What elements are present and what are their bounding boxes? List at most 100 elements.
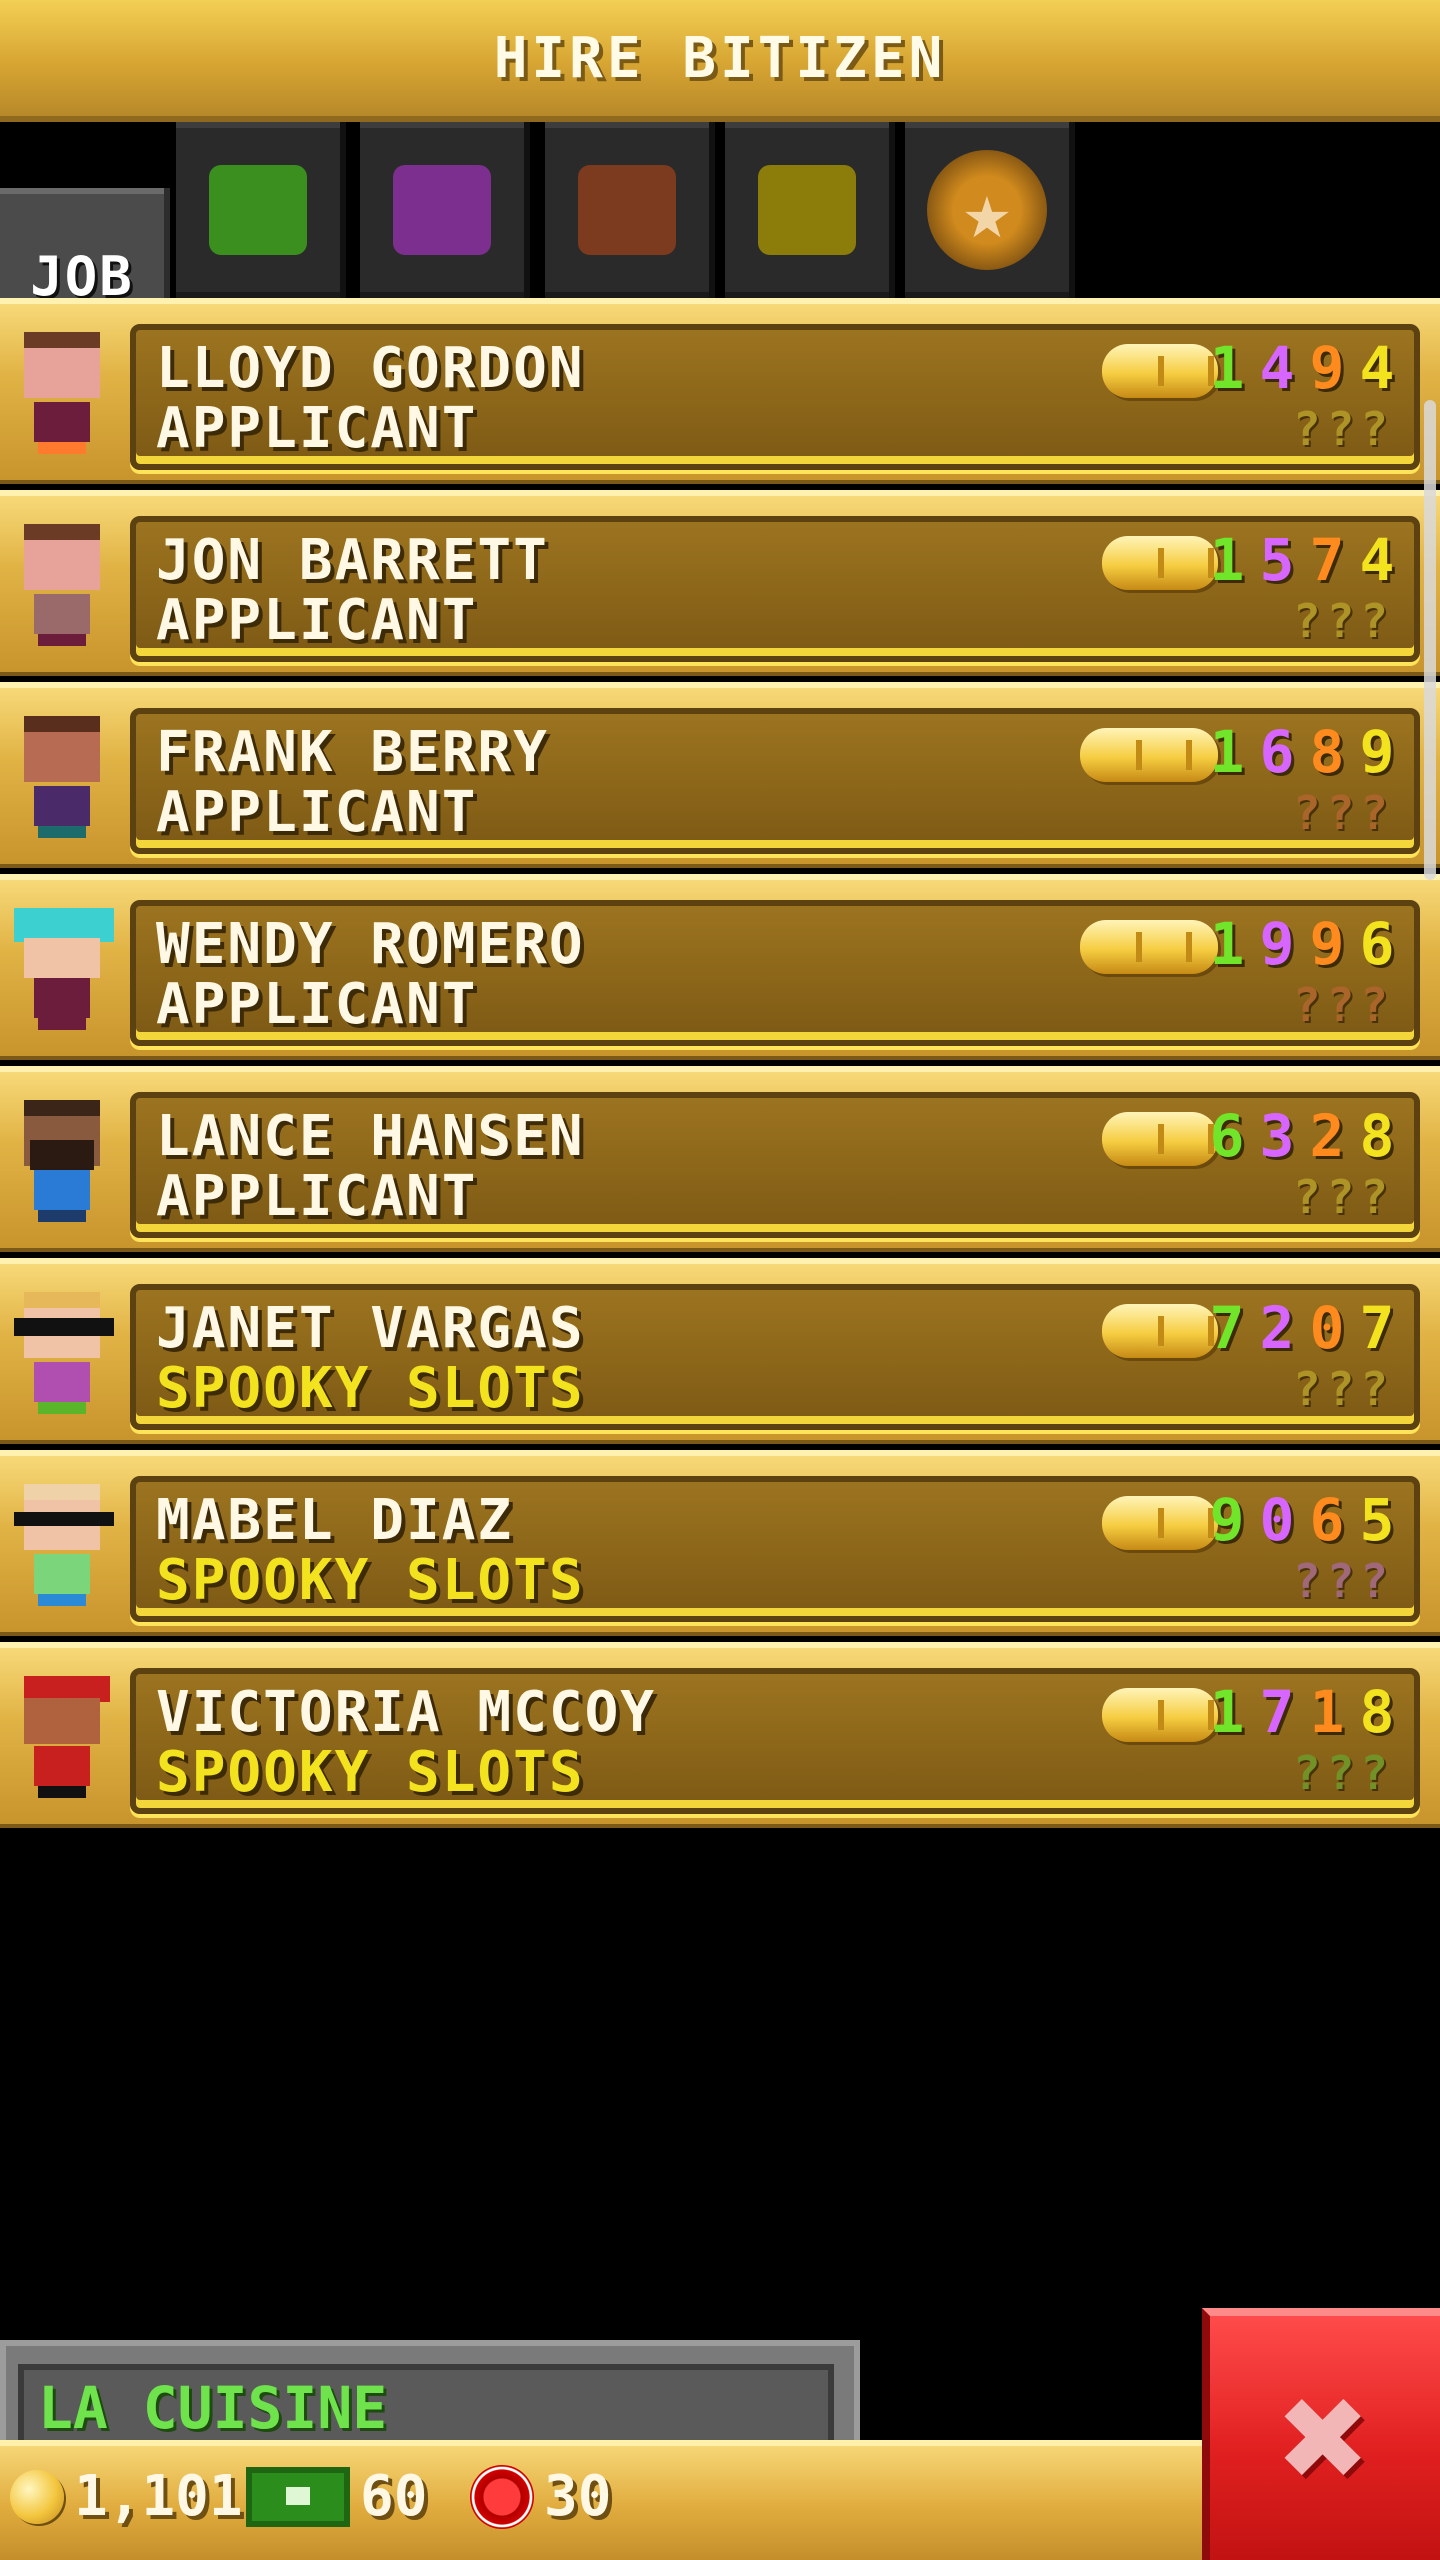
coin-icon [1102, 344, 1218, 398]
skill-digit: 2 [1259, 1294, 1295, 1362]
applicant-job: APPLICANT [156, 780, 478, 845]
applicant-panel: JANET VARGAS SPOOKY SLOTS 7 2 0 7 ??? [130, 1284, 1420, 1430]
applicant-panel: WENDY ROMERO APPLICANT 1 9 9 6 ??? [130, 900, 1420, 1046]
skill-digit: 1 [1209, 334, 1245, 402]
tab-star[interactable]: ★ [905, 122, 1075, 298]
applicant-row[interactable]: LLOYD GORDON APPLICANT 1 4 9 4 ??? [0, 298, 1440, 484]
skill-digit: 2 [1309, 1102, 1345, 1170]
skill-digit: 6 [1259, 718, 1295, 786]
applicant-row[interactable]: VICTORIA MCCOY SPOOKY SLOTS 1 7 1 8 ??? [0, 1642, 1440, 1828]
tab-yellow[interactable] [725, 122, 895, 298]
skill-digits: 6 3 2 8 [1206, 1102, 1398, 1170]
applicant-row[interactable]: JON BARRETT APPLICANT 1 5 7 4 ??? [0, 490, 1440, 676]
skill-digit: 9 [1209, 1486, 1245, 1554]
bux-resource: 60 [246, 2464, 427, 2529]
avatar [14, 1100, 114, 1230]
applicant-name: JANET VARGAS [156, 1296, 585, 1361]
chip-icon [470, 2464, 534, 2529]
tab-purple[interactable] [360, 122, 530, 298]
skill-digit: 5 [1259, 526, 1295, 594]
applicant-panel: MABEL DIAZ SPOOKY SLOTS 9 0 6 5 ??? [130, 1476, 1420, 1622]
unknown-skill: ??? [1292, 978, 1394, 1032]
yellow-chip-icon [758, 165, 856, 255]
coin-icon [1102, 1496, 1218, 1550]
skill-digits: 1 6 8 9 [1206, 718, 1398, 786]
applicant-job: SPOOKY SLOTS [156, 1356, 585, 1421]
applicant-job: APPLICANT [156, 1164, 478, 1229]
applicant-name: WENDY ROMERO [156, 912, 585, 977]
tab-green[interactable] [176, 122, 346, 298]
coin-icon [1102, 1304, 1218, 1358]
skill-digit: 9 [1359, 718, 1395, 786]
bux-value: 60 [360, 2464, 428, 2529]
coin-icon [10, 2469, 64, 2524]
skill-digit: 1 [1309, 1678, 1345, 1746]
applicant-row[interactable]: JANET VARGAS SPOOKY SLOTS 7 2 0 7 ??? [0, 1258, 1440, 1444]
skill-digit: 4 [1359, 526, 1395, 594]
avatar [14, 524, 114, 654]
skill-digit: 1 [1209, 910, 1245, 978]
avatar [14, 716, 114, 846]
unknown-skill: ??? [1292, 594, 1394, 648]
skill-digit: 6 [1209, 1102, 1245, 1170]
coin-icon [1080, 920, 1218, 974]
skill-digit: 9 [1309, 334, 1345, 402]
skill-digit: 0 [1259, 1486, 1295, 1554]
unknown-skill: ??? [1292, 786, 1394, 840]
skill-digit: 6 [1309, 1486, 1345, 1554]
skill-digit: 7 [1259, 1678, 1295, 1746]
skill-digit: 1 [1209, 718, 1245, 786]
skill-digit: 5 [1359, 1486, 1395, 1554]
coins-resource: 1,101 [10, 2464, 243, 2529]
skill-digits: 7 2 0 7 [1206, 1294, 1398, 1362]
purple-chip-icon [393, 165, 491, 255]
page-title: HIRE BITIZEN [493, 25, 947, 91]
applicant-name: LANCE HANSEN [156, 1104, 585, 1169]
skill-digit: 0 [1309, 1294, 1345, 1362]
location-label: LA CUISINE [38, 2374, 388, 2442]
unknown-skill: ??? [1292, 402, 1394, 456]
location-inner: LA CUISINE [18, 2364, 834, 2450]
tab-orange[interactable] [545, 122, 715, 298]
scrollbar[interactable] [1424, 400, 1436, 880]
coins-value: 1,101 [74, 2464, 243, 2529]
unknown-skill: ??? [1292, 1746, 1394, 1800]
avatar [14, 1292, 114, 1422]
applicant-panel: LLOYD GORDON APPLICANT 1 4 9 4 ??? [130, 324, 1420, 470]
avatar [14, 332, 114, 462]
skill-digit: 7 [1209, 1294, 1245, 1362]
skill-digit: 7 [1359, 1294, 1395, 1362]
applicant-job: APPLICANT [156, 972, 478, 1037]
skill-digit: 8 [1359, 1102, 1395, 1170]
applicant-name: LLOYD GORDON [156, 336, 585, 401]
applicant-panel: LANCE HANSEN APPLICANT 6 3 2 8 ??? [130, 1092, 1420, 1238]
close-button[interactable]: ✖ [1202, 2308, 1440, 2560]
header: HIRE BITIZEN [0, 0, 1440, 122]
chips-resource: 30 [470, 2464, 611, 2529]
applicant-row[interactable]: WENDY ROMERO APPLICANT 1 9 9 6 ??? [0, 874, 1440, 1060]
skill-digits: 1 4 9 4 [1206, 334, 1398, 402]
applicant-job: SPOOKY SLOTS [156, 1548, 585, 1613]
applicant-name: MABEL DIAZ [156, 1488, 514, 1553]
coin-icon [1102, 1112, 1218, 1166]
avatar [14, 908, 114, 1038]
applicant-panel: FRANK BERRY APPLICANT 1 6 8 9 ??? [130, 708, 1420, 854]
skill-digit: 4 [1359, 334, 1395, 402]
coin-icon [1102, 1688, 1218, 1742]
applicant-row[interactable]: FRANK BERRY APPLICANT 1 6 8 9 ??? [0, 682, 1440, 868]
applicant-row[interactable]: LANCE HANSEN APPLICANT 6 3 2 8 ??? [0, 1066, 1440, 1252]
skill-digits: 1 9 9 6 [1206, 910, 1398, 978]
applicant-panel: VICTORIA MCCOY SPOOKY SLOTS 1 7 1 8 ??? [130, 1668, 1420, 1814]
skill-digit: 8 [1359, 1678, 1395, 1746]
applicant-job: APPLICANT [156, 396, 478, 461]
applicant-panel: JON BARRETT APPLICANT 1 5 7 4 ??? [130, 516, 1420, 662]
avatar [14, 1484, 114, 1614]
skill-digits: 1 5 7 4 [1206, 526, 1398, 594]
star-icon: ★ [927, 150, 1047, 270]
applicant-row[interactable]: MABEL DIAZ SPOOKY SLOTS 9 0 6 5 ??? [0, 1450, 1440, 1636]
chips-value: 30 [544, 2464, 612, 2529]
applicant-name: JON BARRETT [156, 528, 549, 593]
skill-digits: 1 7 1 8 [1206, 1678, 1398, 1746]
applicant-job: APPLICANT [156, 588, 478, 653]
coin-icon [1080, 728, 1218, 782]
